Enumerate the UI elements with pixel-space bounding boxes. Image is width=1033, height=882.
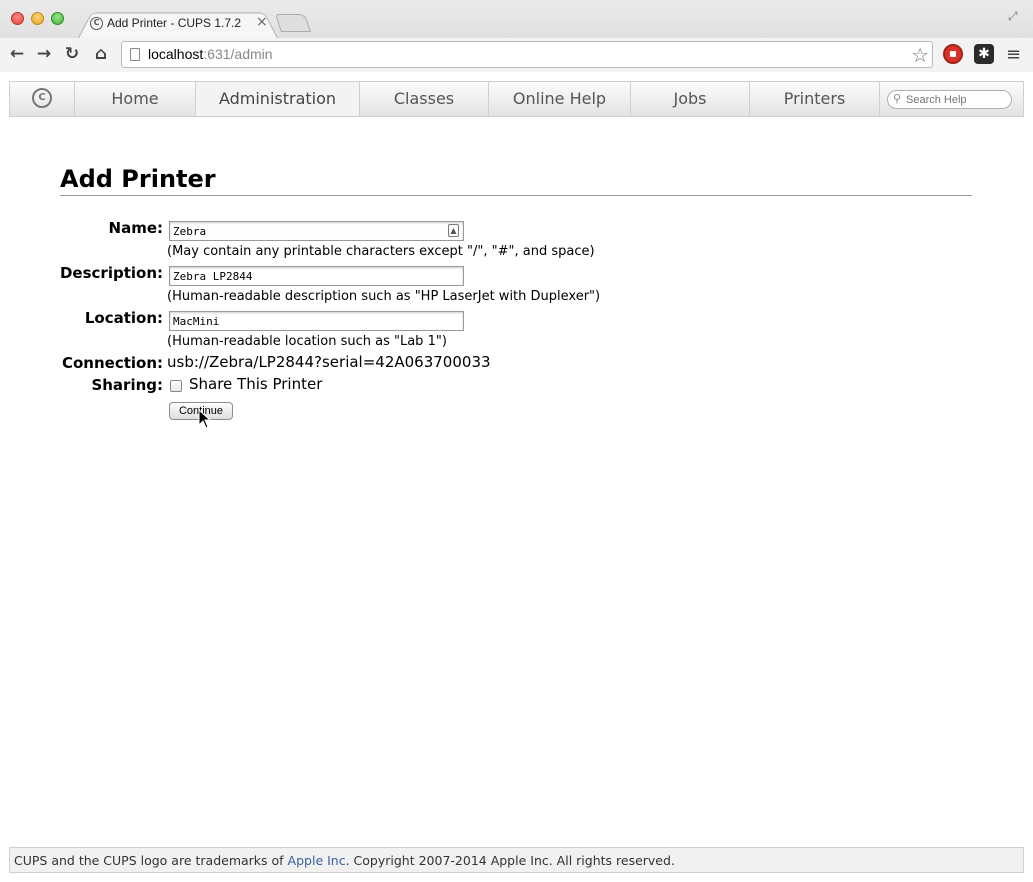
zoom-window-button[interactable] <box>51 12 64 25</box>
tab-jobs[interactable]: Jobs <box>630 82 749 116</box>
name-hint: (May contain any printable characters ex… <box>167 244 595 259</box>
description-field[interactable]: Zebra LP2844 <box>169 266 464 286</box>
tab-title: Add Printer - CUPS 1.7.2 <box>107 16 242 30</box>
cups-logo-tab[interactable]: C <box>10 82 74 116</box>
page-footer: CUPS and the CUPS logo are trademarks of… <box>9 847 1024 873</box>
sharing-label: Sharing: <box>91 376 163 394</box>
search-icon: ⚲ <box>893 92 902 105</box>
name-field[interactable]: Zebra <box>169 221 464 241</box>
tab-printers[interactable]: Printers <box>749 82 879 116</box>
minimize-window-button[interactable] <box>31 12 44 25</box>
footer-prefix: CUPS and the CUPS logo are trademarks of <box>14 853 288 868</box>
search-help-box[interactable]: ⚲ <box>887 90 1012 109</box>
bookmark-star-icon[interactable]: ☆ <box>911 43 929 67</box>
address-bar[interactable]: localhost:631/admin ☆ <box>121 41 933 68</box>
close-window-button[interactable] <box>11 12 24 25</box>
connection-value: usb://Zebra/LP2844?serial=42A063700033 <box>167 353 491 371</box>
address-url[interactable]: localhost:631/admin <box>148 46 273 62</box>
share-printer-checkbox[interactable] <box>170 380 182 392</box>
browser-toolbar: ← → ↻ ⌂ localhost:631/admin ☆ ✱ ≡ <box>0 38 1033 72</box>
name-label: Name: <box>108 219 163 237</box>
fullscreen-icon[interactable]: ⤢ <box>1008 9 1022 23</box>
reload-icon[interactable]: ↻ <box>60 42 84 66</box>
browser-chrome: C Add Printer - CUPS 1.7.2 × ⤢ ← → ↻ ⌂ l… <box>0 0 1033 72</box>
cups-favicon-icon: C <box>90 17 103 30</box>
cups-logo-icon: C <box>32 88 52 108</box>
back-arrow-icon[interactable]: ← <box>5 42 29 66</box>
tab-online-help[interactable]: Online Help <box>488 82 630 116</box>
page-icon <box>130 48 140 61</box>
home-icon[interactable]: ⌂ <box>89 42 113 66</box>
location-hint: (Human-readable location such as "Lab 1"… <box>167 334 447 349</box>
title-divider <box>60 195 972 196</box>
cups-navbar: C Home Administration Classes Online Hel… <box>9 81 1024 117</box>
share-printer-label[interactable]: Share This Printer <box>189 375 322 393</box>
mouse-cursor-icon <box>198 409 212 429</box>
tab-home[interactable]: Home <box>74 82 195 116</box>
browser-tab[interactable]: C Add Printer - CUPS 1.7.2 × <box>78 8 278 38</box>
apple-link[interactable]: Apple Inc <box>288 853 346 868</box>
autofill-contact-icon[interactable]: ▲ <box>448 224 459 237</box>
location-label: Location: <box>84 309 163 327</box>
extension-icon[interactable]: ✱ <box>974 44 994 64</box>
nav-divider <box>879 82 880 116</box>
description-hint: (Human-readable description such as "HP … <box>167 289 601 304</box>
location-field[interactable]: MacMini <box>169 311 464 331</box>
description-label: Description: <box>59 264 163 282</box>
new-tab-button[interactable] <box>275 14 311 32</box>
footer-suffix: . Copyright 2007-2014 Apple Inc. All rig… <box>345 853 675 868</box>
stop-extension-icon[interactable] <box>943 44 963 64</box>
menu-icon[interactable]: ≡ <box>1006 44 1021 65</box>
connection-label: Connection: <box>61 354 163 372</box>
page-title: Add Printer <box>60 165 216 193</box>
tab-close-icon[interactable]: × <box>256 14 268 30</box>
forward-arrow-icon[interactable]: → <box>32 42 56 66</box>
tab-classes[interactable]: Classes <box>359 82 488 116</box>
search-input[interactable] <box>906 92 1006 107</box>
tab-administration[interactable]: Administration <box>195 82 359 116</box>
